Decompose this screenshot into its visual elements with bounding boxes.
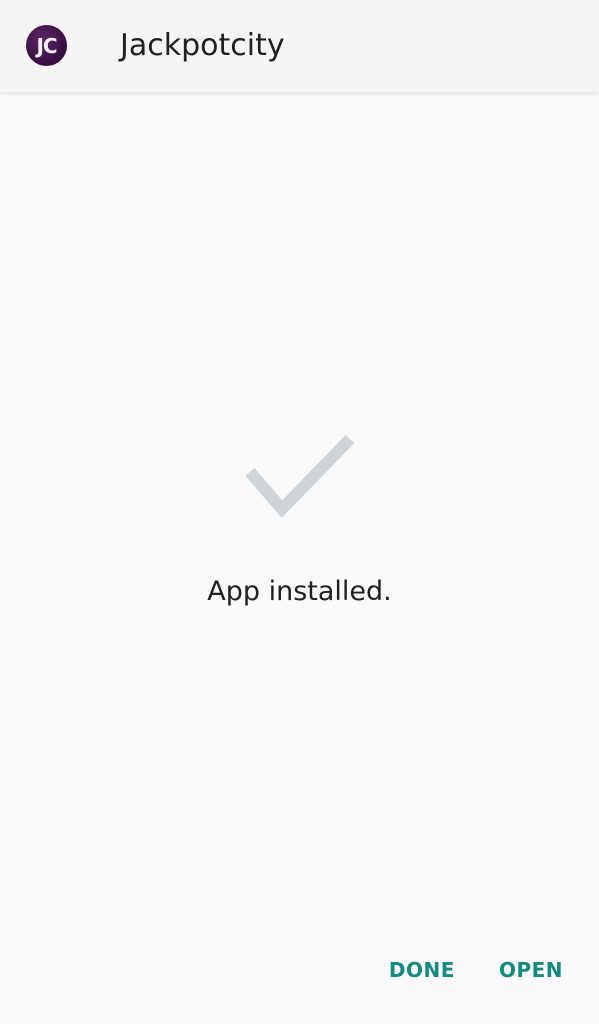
done-button[interactable]: DONE bbox=[389, 952, 455, 988]
app-icon: JC bbox=[26, 25, 67, 66]
app-bar: JC Jackpotcity bbox=[0, 0, 599, 92]
status-message: App installed. bbox=[207, 576, 392, 607]
installer-screen: JC Jackpotcity App installed. DONE OPEN bbox=[0, 0, 599, 1024]
app-icon-text: JC bbox=[36, 33, 57, 58]
checkmark-icon bbox=[245, 434, 355, 518]
action-bar: DONE OPEN bbox=[389, 952, 563, 988]
open-button[interactable]: OPEN bbox=[499, 952, 563, 988]
app-title: Jackpotcity bbox=[120, 28, 285, 63]
